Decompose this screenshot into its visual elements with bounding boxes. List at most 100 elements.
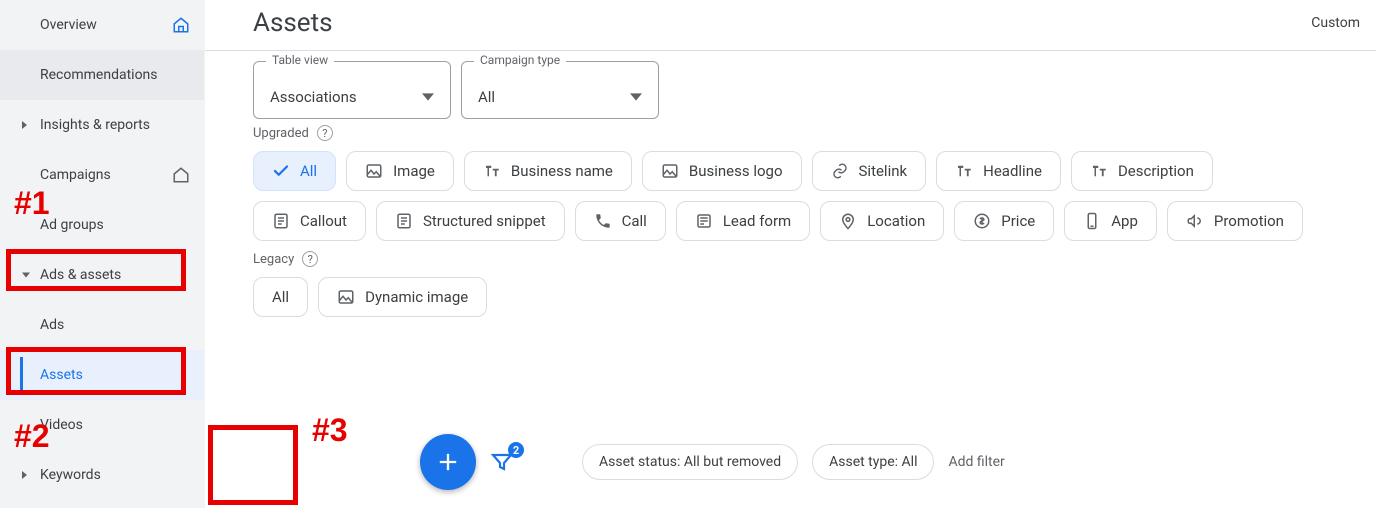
sidebar-item-label: Assets <box>40 367 190 383</box>
link-icon <box>831 162 849 180</box>
caret-down-icon <box>422 91 434 103</box>
upgraded-chip-row: All Image Business name Business logo Si… <box>253 151 1313 241</box>
chip-business-logo[interactable]: Business logo <box>642 151 802 191</box>
chip-legacy-all[interactable]: All <box>253 277 308 317</box>
sidebar-item-label: Insights & reports <box>40 117 190 133</box>
section-upgraded: Upgraded ? <box>253 125 1376 141</box>
pill-label: Asset status: All but removed <box>599 454 781 470</box>
chip-label: Description <box>1118 162 1194 180</box>
sidebar-item-ads[interactable]: Ads <box>0 300 204 350</box>
chip-app[interactable]: App <box>1064 201 1157 241</box>
custom-date-range[interactable]: Custom <box>1311 15 1360 31</box>
image-icon <box>337 288 355 306</box>
text-format-icon <box>955 162 973 180</box>
chip-label: Location <box>867 212 925 230</box>
phone-icon <box>594 212 612 230</box>
select-value: All <box>478 88 495 106</box>
add-filter-button[interactable]: Add filter <box>948 454 1004 470</box>
sidebar-item-campaigns[interactable]: Campaigns <box>0 150 204 200</box>
page-header: Assets Custom <box>205 0 1376 51</box>
megaphone-icon <box>1186 212 1204 230</box>
chip-description[interactable]: Description <box>1071 151 1213 191</box>
sidebar-item-label: Ad groups <box>40 217 190 233</box>
sidebar-item-assets[interactable]: Assets <box>0 350 204 400</box>
chip-price[interactable]: Price <box>954 201 1054 241</box>
check-icon <box>272 162 290 180</box>
note-icon <box>395 212 413 230</box>
chip-business-name[interactable]: Business name <box>464 151 632 191</box>
pill-label: Asset type: All <box>829 454 917 470</box>
sidebar-item-keywords[interactable]: Keywords <box>0 450 204 500</box>
note-icon <box>272 212 290 230</box>
section-legacy: Legacy ? <box>253 251 1376 267</box>
chip-label: Promotion <box>1214 212 1284 230</box>
sidebar-item-label: Recommendations <box>40 67 190 83</box>
chip-label: Sitelink <box>859 162 908 180</box>
controls: Table view Associations Campaign type Al… <box>205 51 1376 317</box>
campaign-type-select[interactable]: Campaign type All <box>461 61 659 119</box>
chip-dynamic-image[interactable]: Dynamic image <box>318 277 487 317</box>
chip-label: Headline <box>983 162 1042 180</box>
sidebar-item-label: Ads & assets <box>40 267 190 283</box>
sidebar-item-videos[interactable]: Videos <box>0 400 204 450</box>
filter-pill-asset-status[interactable]: Asset status: All but removed <box>582 444 798 480</box>
location-icon <box>839 212 857 230</box>
chip-callout[interactable]: Callout <box>253 201 366 241</box>
filter-pill-asset-type[interactable]: Asset type: All <box>812 444 934 480</box>
filter-count-badge: 2 <box>508 442 524 458</box>
chip-label: All <box>300 162 317 180</box>
chip-label: Lead form <box>723 212 791 230</box>
image-icon <box>365 162 383 180</box>
text-format-icon <box>483 162 501 180</box>
table-view-select[interactable]: Table view Associations <box>253 61 451 119</box>
help-icon[interactable]: ? <box>317 125 333 141</box>
home-icon <box>172 16 190 34</box>
text-format-icon <box>1090 162 1108 180</box>
chip-label: Dynamic image <box>365 288 468 306</box>
chip-label: Callout <box>300 212 347 230</box>
chip-label: Call <box>622 212 647 230</box>
chip-label: All <box>272 288 289 306</box>
chip-all[interactable]: All <box>253 151 336 191</box>
filter-button[interactable]: 2 <box>490 450 514 474</box>
chip-label: Structured snippet <box>423 212 546 230</box>
chip-label: Price <box>1001 212 1035 230</box>
caret-down-icon <box>630 91 642 103</box>
chip-label: App <box>1111 212 1138 230</box>
chip-sitelink[interactable]: Sitelink <box>812 151 927 191</box>
sidebar-item-label: Keywords <box>40 467 190 483</box>
sidebar-item-label: Videos <box>40 417 190 433</box>
legacy-chip-row: All Dynamic image <box>253 277 1313 317</box>
form-icon <box>695 212 713 230</box>
sidebar-item-label: Overview <box>40 17 172 33</box>
chip-image[interactable]: Image <box>346 151 454 191</box>
sidebar: Overview Recommendations Insights & repo… <box>0 0 205 508</box>
smartphone-icon <box>1083 212 1101 230</box>
chip-lead-form[interactable]: Lead form <box>676 201 810 241</box>
dollar-icon <box>973 212 991 230</box>
sidebar-item-ad-groups[interactable]: Ad groups <box>0 200 204 250</box>
chip-structured-snippet[interactable]: Structured snippet <box>376 201 565 241</box>
sidebar-item-recommendations[interactable]: Recommendations <box>0 50 204 100</box>
sidebar-item-overview[interactable]: Overview <box>0 0 204 50</box>
chip-label: Business logo <box>689 162 783 180</box>
chip-call[interactable]: Call <box>575 201 666 241</box>
sidebar-item-label: Ads <box>40 317 190 333</box>
sidebar-item-label: Campaigns <box>40 167 172 183</box>
help-icon[interactable]: ? <box>302 251 318 267</box>
chip-location[interactable]: Location <box>820 201 944 241</box>
chip-label: Business name <box>511 162 613 180</box>
chip-promotion[interactable]: Promotion <box>1167 201 1303 241</box>
section-label-text: Legacy <box>253 252 294 267</box>
select-legend: Campaign type <box>474 53 566 67</box>
home-outline-icon <box>172 166 190 184</box>
chip-headline[interactable]: Headline <box>936 151 1061 191</box>
main-panel: Assets Custom Table view Associations Ca… <box>205 0 1376 508</box>
chip-label: Image <box>393 162 435 180</box>
section-label-text: Upgraded <box>253 126 309 141</box>
page-title: Assets <box>253 8 333 38</box>
select-legend: Table view <box>266 53 334 67</box>
add-asset-button[interactable] <box>420 434 476 490</box>
sidebar-item-ads-assets[interactable]: Ads & assets <box>0 250 204 300</box>
sidebar-item-insights-reports[interactable]: Insights & reports <box>0 100 204 150</box>
